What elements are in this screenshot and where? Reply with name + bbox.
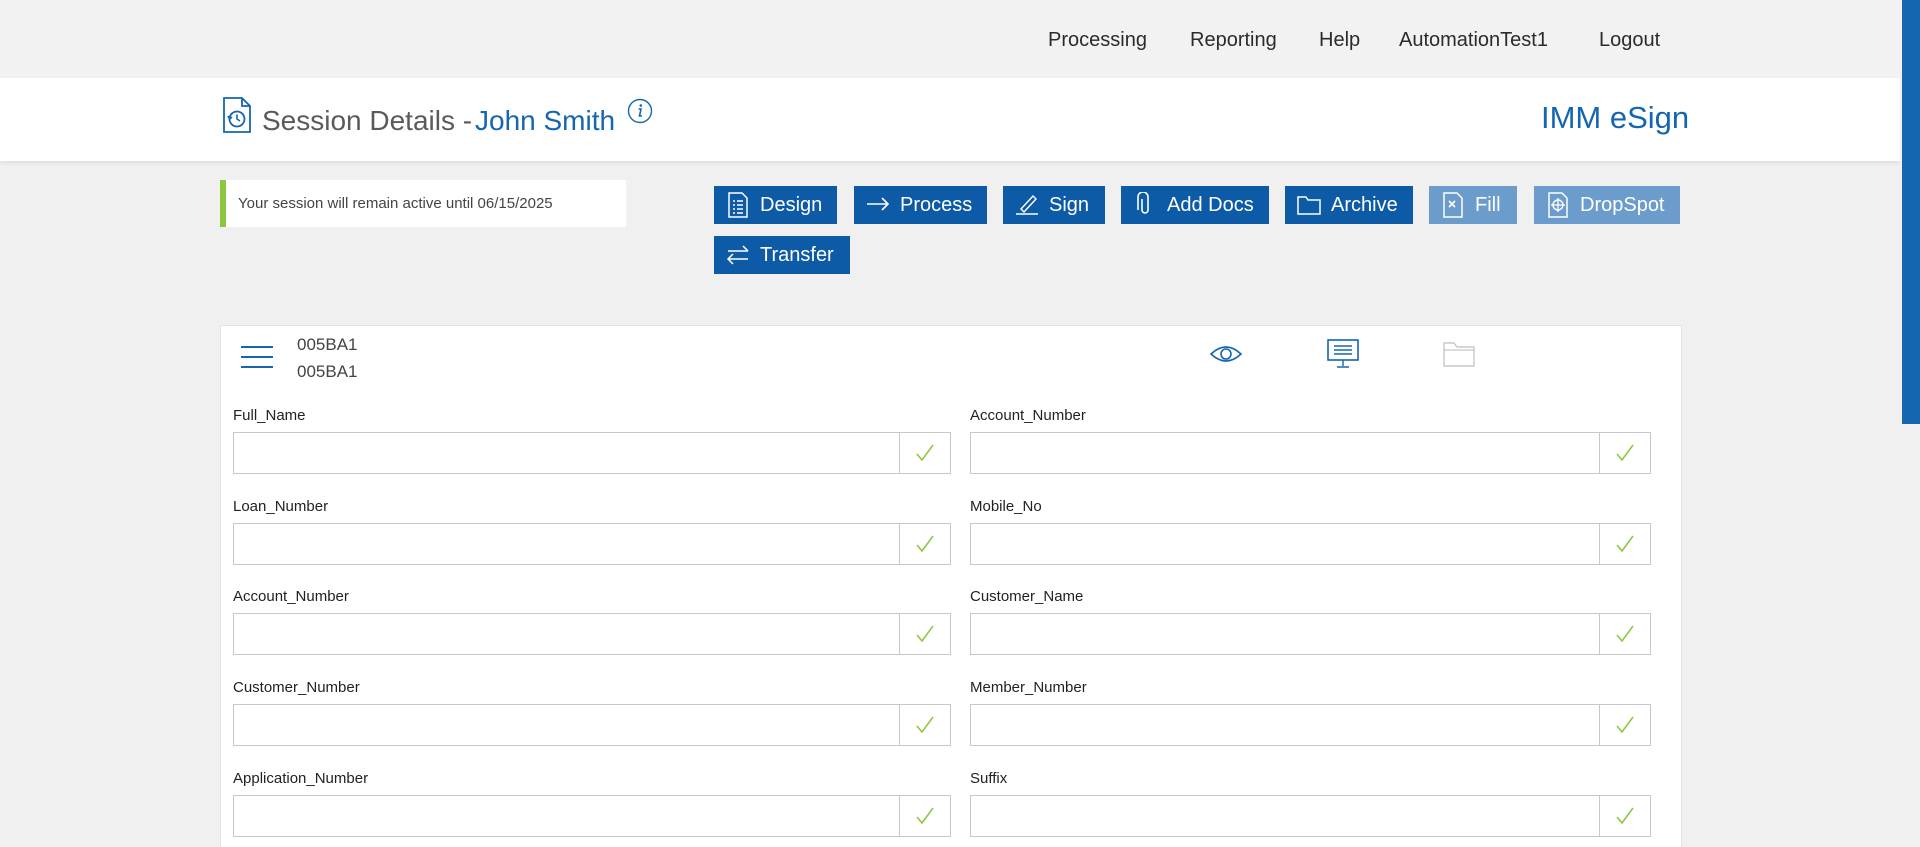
field-full-name <box>233 432 951 474</box>
document-list-icon <box>726 192 750 218</box>
add-docs-button-label: Add Docs <box>1167 193 1254 216</box>
fill-button[interactable]: Fill <box>1429 186 1517 224</box>
folder-icon <box>1297 192 1321 218</box>
design-button[interactable]: Design <box>714 186 837 224</box>
loan-number-input[interactable] <box>234 524 899 564</box>
sign-button-label: Sign <box>1049 193 1090 216</box>
application-number-input[interactable] <box>234 796 899 836</box>
document-history-icon <box>223 97 251 133</box>
field-label-suffix: Suffix <box>970 770 1008 787</box>
field-label-account-number: Account_Number <box>970 407 1086 424</box>
brand-logo-text: IMM eSign <box>1541 100 1690 135</box>
checkmark-icon[interactable] <box>1599 433 1650 473</box>
nav-user[interactable]: AutomationTest1 <box>1399 29 1548 52</box>
paperclip-icon <box>1133 192 1157 218</box>
document-id-line2: 005BA1 <box>297 362 358 381</box>
field-mobile-no <box>970 523 1651 565</box>
document-card: 005BA1 005BA1 Full_Name Account_Number L… <box>220 325 1682 847</box>
nav-processing[interactable]: Processing <box>1048 29 1147 52</box>
checkmark-icon[interactable] <box>899 705 950 745</box>
field-label-mobile-no: Mobile_No <box>970 498 1042 515</box>
process-button-label: Process <box>900 193 973 216</box>
field-label-loan-number: Loan_Number <box>233 498 329 515</box>
transfer-button-label: Transfer <box>760 243 834 266</box>
scrollbar-thumb[interactable] <box>1902 0 1920 424</box>
archive-button[interactable]: Archive <box>1285 186 1413 224</box>
checkmark-icon[interactable] <box>899 796 950 836</box>
checkmark-icon[interactable] <box>899 524 950 564</box>
field-member-number <box>970 704 1651 746</box>
checkmark-icon[interactable] <box>1599 796 1650 836</box>
dropspot-button[interactable]: DropSpot <box>1534 186 1680 224</box>
field-label-account-number-2: Account_Number <box>233 588 349 605</box>
field-account-number-2 <box>233 613 951 655</box>
info-icon[interactable] <box>627 98 653 124</box>
field-account-number <box>970 432 1651 474</box>
session-notice: Your session will remain active until 06… <box>220 180 626 227</box>
arrow-right-icon <box>866 192 890 218</box>
member-number-input[interactable] <box>971 705 1599 745</box>
transfer-button[interactable]: Transfer <box>714 236 850 274</box>
fill-doc-icon <box>1441 192 1465 218</box>
fill-button-label: Fill <box>1475 193 1501 216</box>
archive-button-label: Archive <box>1331 193 1398 216</box>
field-label-customer-name: Customer_Name <box>970 588 1084 605</box>
account-number-input[interactable] <box>971 433 1599 473</box>
menu-icon[interactable] <box>241 346 273 370</box>
nav-reporting[interactable]: Reporting <box>1190 29 1277 52</box>
folder-outline-icon[interactable] <box>1442 340 1476 368</box>
field-suffix <box>970 795 1651 837</box>
pen-icon <box>1015 192 1039 218</box>
field-label-customer-number: Customer_Number <box>233 679 360 696</box>
sign-button[interactable]: Sign <box>1003 186 1105 224</box>
account-number-2-input[interactable] <box>234 614 899 654</box>
field-label-full-name: Full_Name <box>233 407 306 424</box>
add-docs-button[interactable]: Add Docs <box>1121 186 1269 224</box>
mobile-no-input[interactable] <box>971 524 1599 564</box>
checkmark-icon[interactable] <box>899 433 950 473</box>
field-loan-number <box>233 523 951 565</box>
nav-logout[interactable]: Logout <box>1599 29 1660 52</box>
page-header: Session Details - John Smith IMM eSign <box>0 78 1900 161</box>
eye-icon[interactable] <box>1209 343 1243 365</box>
field-label-member-number: Member_Number <box>970 679 1087 696</box>
checkmark-icon[interactable] <box>1599 705 1650 745</box>
full-name-input[interactable] <box>234 433 899 473</box>
customer-name-input[interactable] <box>971 614 1599 654</box>
checkmark-icon[interactable] <box>899 614 950 654</box>
monitor-icon[interactable] <box>1326 338 1360 370</box>
session-user-name: John Smith <box>475 105 616 136</box>
dropspot-icon <box>1546 192 1570 218</box>
top-nav: Processing Reporting Help AutomationTest… <box>0 0 1920 78</box>
customer-number-input[interactable] <box>234 705 899 745</box>
suffix-input[interactable] <box>971 796 1599 836</box>
field-customer-number <box>233 704 951 746</box>
document-id-line1: 005BA1 <box>297 335 358 354</box>
field-customer-name <box>970 613 1651 655</box>
process-button[interactable]: Process <box>854 186 987 224</box>
checkmark-icon[interactable] <box>1599 524 1650 564</box>
page-title: Session Details - <box>262 105 473 136</box>
session-notice-text: Your session will remain active until 06… <box>238 195 553 212</box>
field-application-number <box>233 795 951 837</box>
design-button-label: Design <box>760 193 823 216</box>
field-label-application-number: Application_Number <box>233 770 369 787</box>
page-scrollbar[interactable] <box>1900 0 1920 847</box>
checkmark-icon[interactable] <box>1599 614 1650 654</box>
nav-help[interactable]: Help <box>1319 29 1360 52</box>
swap-arrows-icon <box>726 242 750 268</box>
dropspot-button-label: DropSpot <box>1580 193 1665 216</box>
